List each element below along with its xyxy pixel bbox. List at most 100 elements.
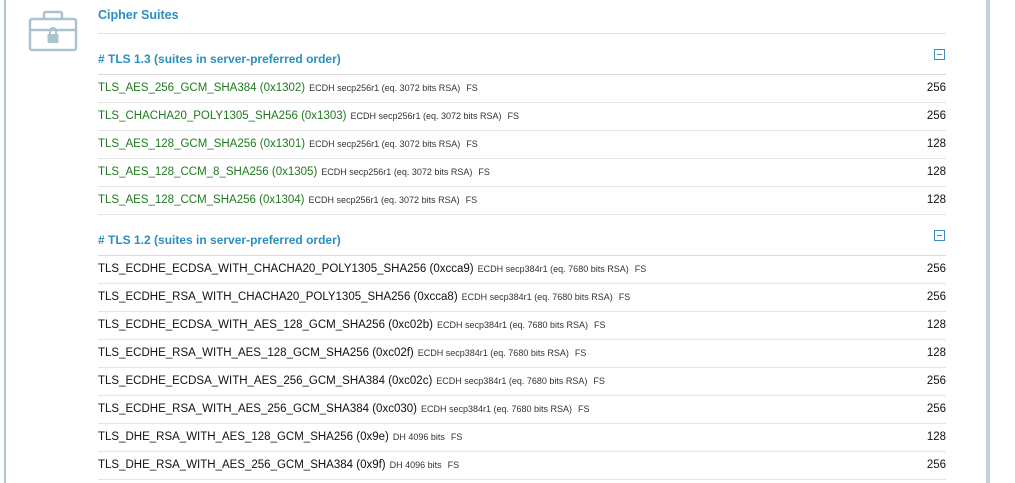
suite-code: (0xcca9) [429,263,474,275]
key-exchange: ECDH secp256r1 (eq. 3072 bits RSA) [309,83,461,93]
table-row: TLS_ECDHE_RSA_WITH_AES_256_GCM_SHA384 (0… [98,396,946,424]
table-row: TLS_CHACHA20_POLY1305_SHA256 (0x1303) ECD… [98,103,946,131]
key-bits: 256 [926,263,946,275]
key-exchange: DH 4096 bits [389,460,442,470]
suite-name: TLS_ECDHE_RSA_WITH_AES_128_GCM_SHA256 (0… [98,347,586,359]
table-row: TLS_ECDHE_RSA_WITH_AES_128_GCM_SHA256 (0… [98,340,946,368]
fs-badge: FS [593,376,605,386]
fs-badge: FS [466,139,478,149]
table-row: TLS_ECDHE_ECDSA_WITH_AES_128_GCM_SHA256 … [98,312,946,340]
key-bits: 128 [926,431,946,443]
suite-id: TLS_DHE_RSA_WITH_AES_128_GCM_SHA256 [98,431,354,443]
suite-name: TLS_AES_128_CCM_8_SHA256 (0x1305) ECDH se… [98,166,490,178]
suite-code: (0xc030) [372,403,417,415]
key-bits: 256 [926,403,946,415]
key-exchange: DH 4096 bits [392,432,445,442]
fs-badge: FS [450,432,463,442]
suite-code: (0xcca8) [413,291,458,303]
suite-id: TLS_ECDHE_RSA_WITH_AES_256_GCM_SHA384 [98,403,370,415]
key-exchange: ECDH secp256r1 (eq. 3072 bits RSA) [350,111,502,121]
suite-name: TLS_DHE_RSA_WITH_AES_128_GCM_SHA256 (0x9… [98,431,462,443]
suite-code: (0x1301) [259,138,306,150]
suite-name: TLS_AES_128_CCM_SHA256 (0x1304) ECDH secp… [98,194,477,206]
suite-id: TLS_ECDHE_RSA_WITH_AES_128_GCM_SHA256 [98,347,370,359]
right-frame-border [986,0,990,483]
section-divider [98,33,946,34]
suite-id: TLS_ECDHE_ECDSA_WITH_AES_128_GCM_SHA256 [98,319,385,331]
suite-list-tls12: TLS_ECDHE_ECDSA_WITH_CHACHA20_POLY1305_S… [98,256,946,480]
key-bits: 256 [926,375,946,387]
fs-badge: FS [478,167,490,177]
table-row: TLS_AES_128_CCM_SHA256 (0x1304) ECDH secp… [98,187,946,215]
table-row: TLS_DHE_RSA_WITH_AES_128_GCM_SHA256 (0x9… [98,424,946,452]
key-bits: 128 [926,138,946,150]
key-exchange: ECDH secp384r1 (eq. 7680 bits RSA) [420,404,573,414]
suite-name: TLS_ECDHE_ECDSA_WITH_CHACHA20_POLY1305_S… [98,263,646,275]
suite-code: (0x1302) [259,82,306,94]
table-row: TLS_AES_256_GCM_SHA384 (0x1302) ECDH secp… [98,75,946,103]
fs-badge: FS [465,195,478,205]
table-row: TLS_ECDHE_RSA_WITH_CHACHA20_POLY1305_SHA… [98,284,946,312]
key-bits: 256 [926,459,946,471]
group-title: # TLS 1.3 (suites in server-preferred or… [98,52,341,66]
suite-id: TLS_AES_256_GCM_SHA384 [98,82,257,94]
key-exchange: ECDH secp256r1 (eq. 3072 bits RSA) [309,139,461,149]
key-bits: 128 [926,194,946,206]
table-row: TLS_ECDHE_ECDSA_WITH_AES_256_GCM_SHA384 … [98,368,946,396]
lock-box-icon [28,10,78,52]
key-bits: 256 [926,82,946,94]
key-bits: 128 [926,347,946,359]
suite-name: TLS_ECDHE_RSA_WITH_CHACHA20_POLY1305_SHA… [98,291,630,303]
key-bits: 128 [926,166,946,178]
table-row: TLS_ECDHE_ECDSA_WITH_CHACHA20_POLY1305_S… [98,256,946,284]
fs-badge: FS [574,348,587,358]
minus-square-icon[interactable] [934,49,945,60]
suite-code: (0x9e) [356,431,389,443]
fs-badge: FS [578,404,590,414]
suite-list-tls13: TLS_AES_256_GCM_SHA384 (0x1302) ECDH secp… [98,75,946,215]
fs-badge: FS [594,320,606,330]
minus-square-icon[interactable] [934,230,945,241]
fs-badge: FS [618,292,631,302]
suite-code: (0x1305) [271,166,318,178]
key-exchange: ECDH secp256r1 (eq. 3072 bits RSA) [321,167,473,177]
suite-name: TLS_DHE_RSA_WITH_AES_256_GCM_SHA384 (0x9… [98,459,459,471]
fs-badge: FS [634,264,647,274]
key-exchange: ECDH secp384r1 (eq. 7680 bits RSA) [461,292,613,302]
table-row: TLS_AES_128_CCM_8_SHA256 (0x1305) ECDH se… [98,159,946,187]
table-row: TLS_DHE_RSA_WITH_AES_256_GCM_SHA384 (0x9… [98,452,946,480]
suite-id: TLS_AES_128_GCM_SHA256 [98,138,257,150]
suite-code: (0xc02b) [388,319,433,331]
suite-name: TLS_ECDHE_ECDSA_WITH_AES_128_GCM_SHA256 … [98,319,606,331]
section-title: Cipher Suites [98,8,179,22]
key-bits: 256 [926,291,946,303]
suite-id: TLS_ECDHE_ECDSA_WITH_CHACHA20_POLY1305_S… [98,263,427,275]
key-bits: 128 [926,319,946,331]
fs-badge: FS [447,460,460,470]
suite-id: TLS_DHE_RSA_WITH_AES_256_GCM_SHA384 [98,459,354,471]
suite-id: TLS_AES_128_CCM_8_SHA256 [98,166,269,178]
group-header-tls13: # TLS 1.3 (suites in server-preferred or… [98,44,946,75]
suite-code: (0x9f) [356,459,386,471]
key-exchange: ECDH secp384r1 (eq. 7680 bits RSA) [436,320,589,330]
suite-name: TLS_CHACHA20_POLY1305_SHA256 (0x1303) ECD… [98,110,519,122]
suite-name: TLS_AES_256_GCM_SHA384 (0x1302) ECDH secp… [98,82,478,94]
suite-id: TLS_ECDHE_ECDSA_WITH_AES_256_GCM_SHA384 [98,375,385,387]
suite-id: TLS_CHACHA20_POLY1305_SHA256 [98,110,298,122]
suite-code: (0x1303) [301,110,347,122]
fs-badge: FS [466,83,478,93]
suite-code: (0xc02f) [372,347,414,359]
key-bits: 256 [926,110,946,122]
key-exchange: ECDH secp384r1 (eq. 7680 bits RSA) [417,348,569,358]
suite-id: TLS_AES_128_CCM_SHA256 [98,194,256,206]
fs-badge: FS [507,111,520,121]
left-frame-border [4,0,6,483]
suite-name: TLS_ECDHE_ECDSA_WITH_AES_256_GCM_SHA384 … [98,375,605,387]
suite-name: TLS_AES_128_GCM_SHA256 (0x1301) ECDH secp… [98,138,478,150]
key-exchange: ECDH secp384r1 (eq. 7680 bits RSA) [477,264,629,274]
suite-id: TLS_ECDHE_RSA_WITH_CHACHA20_POLY1305_SHA… [98,291,411,303]
suite-code: (0x1304) [259,194,305,206]
key-exchange: ECDH secp256r1 (eq. 3072 bits RSA) [308,195,460,205]
key-exchange: ECDH secp384r1 (eq. 7680 bits RSA) [436,376,588,386]
suite-code: (0xc02c) [388,375,433,387]
